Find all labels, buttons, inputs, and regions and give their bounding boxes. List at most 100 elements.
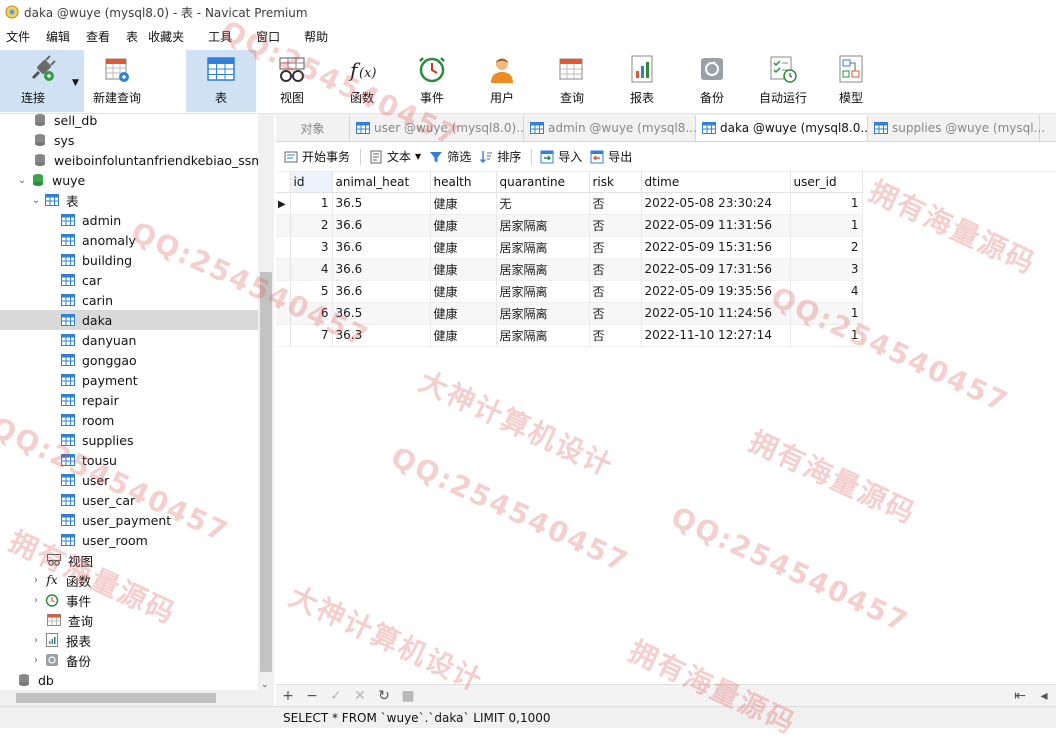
table-row[interactable]: 7 36.3 健康 居家隔离否 2022-11-10 12:27:14 1 <box>276 324 863 347</box>
cell-animal-heat[interactable]: 36.3 <box>332 324 431 347</box>
cell-dtime[interactable]: 2022-05-10 11:24:56 <box>641 302 791 325</box>
tab-admin[interactable]: admin @wuye (mysql8... <box>524 115 697 141</box>
cell-health[interactable]: 健康 <box>430 192 497 215</box>
tree-db-db[interactable]: db <box>0 670 258 690</box>
cell-user-id[interactable]: 1 <box>790 214 863 237</box>
cell-user-id[interactable]: 4 <box>790 280 863 303</box>
tree-group-functions[interactable]: › fx 函数 <box>0 570 258 590</box>
text-button[interactable]: 文本 ▼ <box>369 148 421 165</box>
cell-quarantine[interactable]: 居家隔离 <box>496 236 590 259</box>
refresh-icon[interactable]: ↻ <box>372 688 396 704</box>
query-button[interactable]: 查询 <box>542 50 602 112</box>
filter-button[interactable]: 筛选 <box>429 148 471 165</box>
cell-dtime[interactable]: 2022-05-09 19:35:56 <box>641 280 791 303</box>
cell-user-id[interactable]: 3 <box>790 258 863 281</box>
cell-quarantine[interactable]: 居家隔离 <box>496 324 590 347</box>
cell-user-id[interactable]: 1 <box>790 192 863 215</box>
menu-table[interactable]: 表 <box>120 28 142 45</box>
chevron-down-icon[interactable]: ⌄ <box>30 195 42 206</box>
cell-id[interactable]: 3 <box>290 236 333 259</box>
tree-group-queries[interactable]: 查询 <box>0 610 258 630</box>
sidebar-table-item[interactable]: gonggao <box>0 350 258 370</box>
tree-group-tables[interactable]: ⌄ 表 <box>0 190 258 210</box>
new-query-button[interactable]: 新建查询 <box>86 50 148 112</box>
cell-dtime[interactable]: 2022-05-09 15:31:56 <box>641 236 791 259</box>
cell-health[interactable]: 健康 <box>430 324 497 347</box>
cell-animal-heat[interactable]: 36.5 <box>332 302 431 325</box>
cell-animal-heat[interactable]: 36.5 <box>332 192 431 215</box>
delete-record-button[interactable]: − <box>300 688 324 704</box>
apply-check-icon[interactable]: ✓ <box>324 688 348 704</box>
sort-button[interactable]: 排序 <box>479 148 521 165</box>
chevron-down-icon[interactable]: ⌄ <box>16 175 28 186</box>
tree-group-backups[interactable]: › 备份 <box>0 650 258 670</box>
menu-view[interactable]: 查看 <box>80 28 120 45</box>
tab-daka[interactable]: daka @wuye (mysql8.0... <box>696 115 872 141</box>
tab-supplies[interactable]: supplies @wuye (mysql... <box>868 115 1045 141</box>
sidebar-table-item[interactable]: repair <box>0 390 258 410</box>
cell-animal-heat[interactable]: 36.6 <box>332 214 431 237</box>
discard-x-icon[interactable]: ✕ <box>348 688 372 704</box>
sidebar-table-item[interactable]: payment <box>0 370 258 390</box>
row-indicator[interactable] <box>276 214 291 237</box>
column-header-quarantine[interactable]: quarantine <box>496 172 590 193</box>
row-indicator[interactable] <box>276 302 291 325</box>
current-row-indicator-icon[interactable]: ▶ <box>276 192 291 215</box>
sidebar-table-item[interactable]: user <box>0 470 258 490</box>
cell-id[interactable]: 2 <box>290 214 333 237</box>
sidebar-table-item[interactable]: supplies <box>0 430 258 450</box>
cell-user-id[interactable]: 1 <box>790 302 863 325</box>
column-header-dtime[interactable]: dtime <box>641 172 791 193</box>
cell-dtime[interactable]: 2022-05-09 17:31:56 <box>641 258 791 281</box>
sidebar-table-item[interactable]: user_payment <box>0 510 258 530</box>
sidebar-table-item[interactable]: user_car <box>0 490 258 510</box>
menu-file[interactable]: 文件 <box>0 28 40 45</box>
sidebar-table-item[interactable]: danyuan <box>0 330 258 350</box>
tree-db-sell-db[interactable]: sell_db <box>0 114 258 130</box>
chevron-right-icon[interactable]: › <box>30 635 42 646</box>
cell-health[interactable]: 健康 <box>430 280 497 303</box>
import-button[interactable]: 导入 <box>540 148 582 165</box>
cell-risk[interactable]: 否 <box>589 324 642 347</box>
cell-risk[interactable]: 否 <box>589 214 642 237</box>
menu-favorites[interactable]: 收藏夹 <box>142 28 194 45</box>
scrollbar-thumb[interactable] <box>260 272 272 672</box>
tree-group-views[interactable]: 视图 <box>0 550 258 570</box>
model-button[interactable]: 模型 <box>822 50 880 112</box>
cell-quarantine[interactable]: 居家隔离 <box>496 258 590 281</box>
table-row[interactable]: 6 36.5 健康 居家隔离否 2022-05-10 11:24:56 1 <box>276 302 863 325</box>
tree-db-wuye[interactable]: ⌄ wuye <box>0 170 258 190</box>
cell-id[interactable]: 1 <box>290 192 333 215</box>
sidebar-vertical-scrollbar[interactable]: ⌄ <box>258 114 274 690</box>
cell-id[interactable]: 5 <box>290 280 333 303</box>
first-page-icon[interactable]: ⇤ <box>1008 688 1032 704</box>
sidebar-table-item[interactable]: room <box>0 410 258 430</box>
autorun-button[interactable]: 自动运行 <box>752 50 814 112</box>
function-button[interactable]: f (x) 函数 <box>332 50 392 112</box>
sidebar-table-item[interactable]: anomaly <box>0 230 258 250</box>
sidebar-table-item[interactable]: building <box>0 250 258 270</box>
table-button[interactable]: 表 <box>186 50 256 112</box>
cell-risk[interactable]: 否 <box>589 236 642 259</box>
menu-tools[interactable]: 工具 <box>194 28 242 45</box>
cell-id[interactable]: 6 <box>290 302 333 325</box>
cell-id[interactable]: 7 <box>290 324 333 347</box>
column-header-animal-heat[interactable]: animal_heat <box>332 172 431 193</box>
cell-quarantine[interactable]: 居家隔离 <box>496 302 590 325</box>
tree-db-weibo[interactable]: weiboinfoluntanfriendkebiao_ssm2 <box>0 150 258 170</box>
column-header-risk[interactable]: risk <box>589 172 642 193</box>
cell-animal-heat[interactable]: 36.6 <box>332 258 431 281</box>
cell-quarantine[interactable]: 居家隔离 <box>496 280 590 303</box>
table-row[interactable]: 4 36.6 健康 居家隔离否 2022-05-09 17:31:56 3 <box>276 258 863 281</box>
begin-transaction-button[interactable]: 开始事务 <box>284 148 350 165</box>
row-indicator[interactable] <box>276 258 291 281</box>
cell-health[interactable]: 健康 <box>430 302 497 325</box>
cell-health[interactable]: 健康 <box>430 236 497 259</box>
tree-db-sys[interactable]: sys <box>0 130 258 150</box>
sidebar-table-item[interactable]: daka <box>0 310 258 330</box>
event-button[interactable]: 事件 <box>402 50 462 112</box>
tree-group-events[interactable]: › 事件 <box>0 590 258 610</box>
column-header-user-id[interactable]: user_id <box>790 172 863 193</box>
row-indicator[interactable] <box>276 324 291 347</box>
tab-objects[interactable]: 对象 <box>276 115 350 141</box>
